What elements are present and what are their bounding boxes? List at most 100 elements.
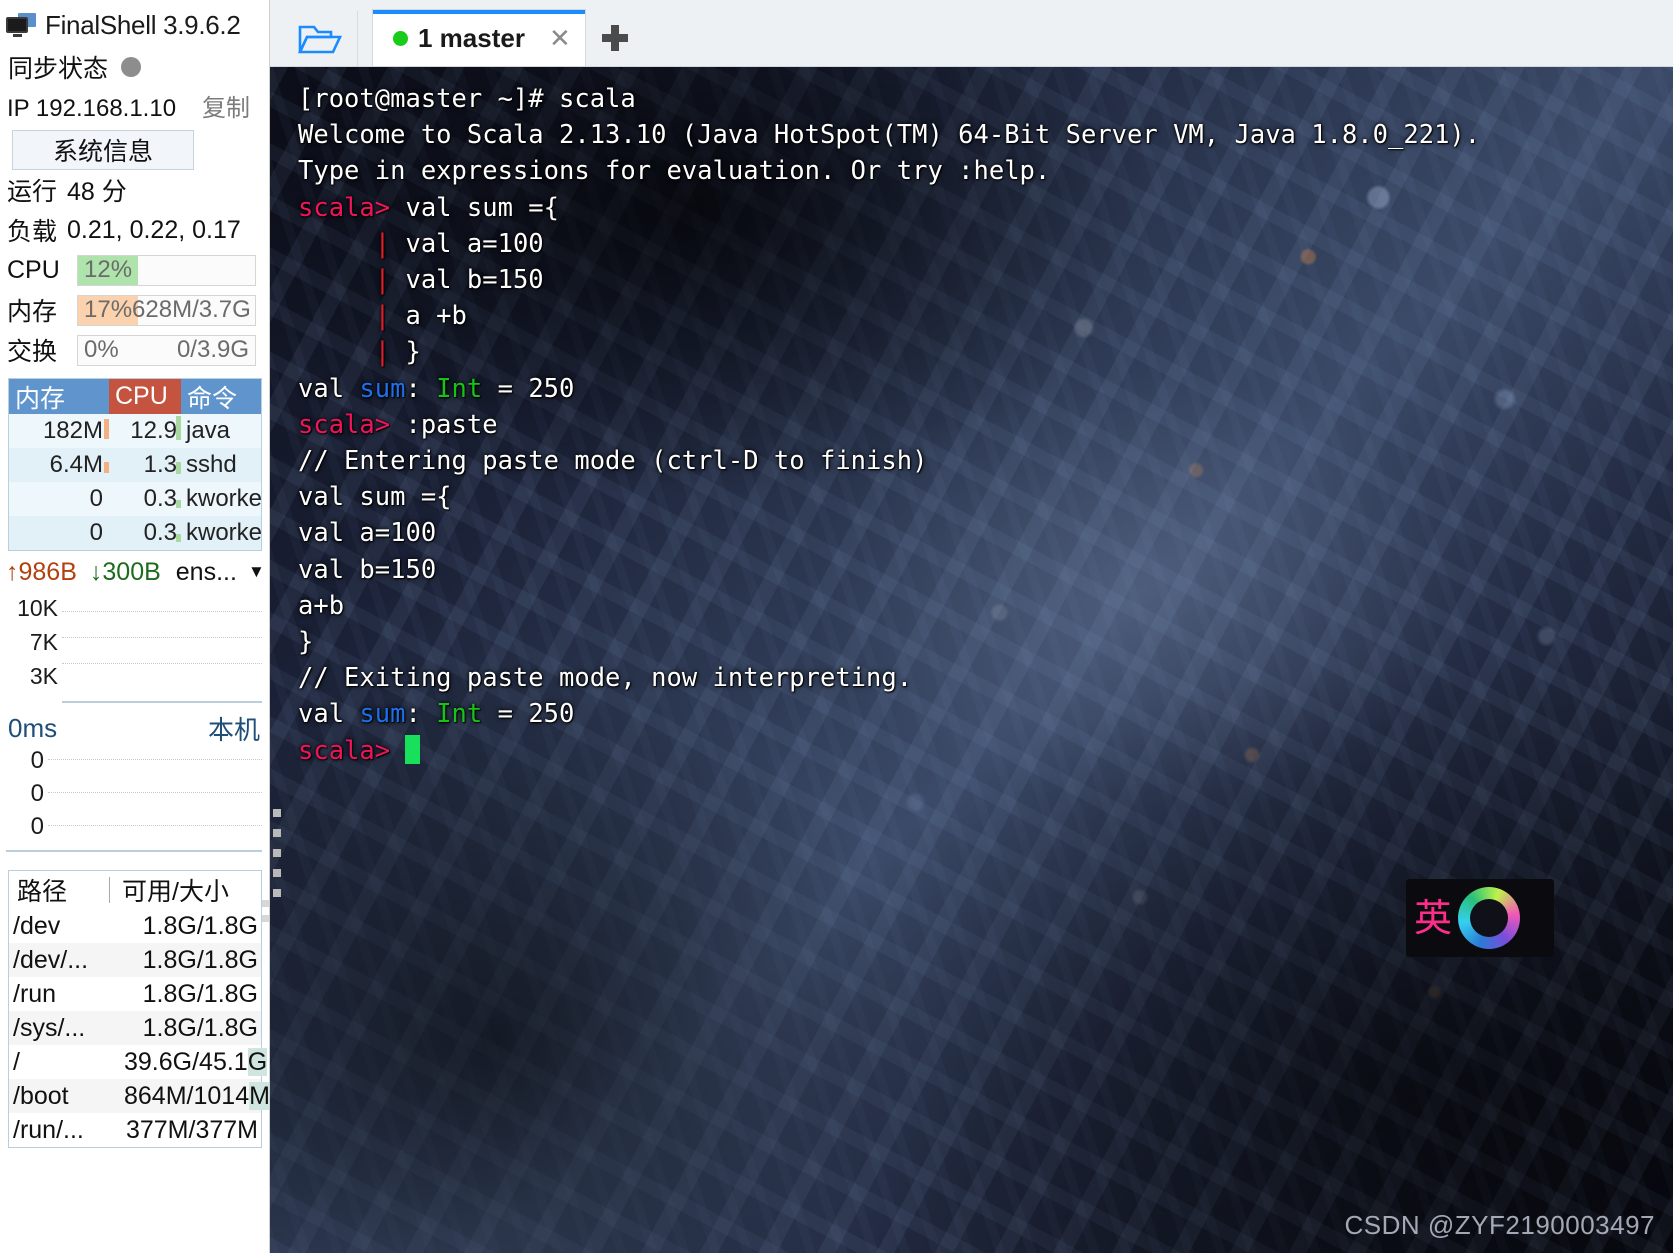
terminal-line: val b=150 [298, 554, 437, 585]
network-y-label-2: 3K [29, 663, 58, 689]
tab-bar: 1 master ✕ [270, 0, 1673, 67]
col-header-size[interactable]: 可用/大小 [110, 872, 261, 908]
gridline [48, 825, 262, 826]
close-icon[interactable]: ✕ [549, 23, 571, 54]
gridline [48, 792, 262, 793]
swap-label: 交换 [7, 338, 58, 366]
network-interface-label[interactable]: ens... [176, 558, 237, 587]
terminal-pane[interactable]: [root@master ~]# scala Welcome to Scala 2… [270, 67, 1673, 1253]
color-ring-icon [1458, 887, 1521, 949]
download-value: 300B [102, 557, 161, 586]
terminal-line: [root@master ~]# scala [298, 84, 636, 114]
finalshell-window: FinalShell 3.9.6.2 同步状态 IP 192.168.1.10 … [0, 0, 1673, 1253]
memory-label: 内存 [7, 298, 58, 326]
terminal-line: scala> :paste [298, 409, 498, 440]
plus-icon [601, 25, 628, 51]
arrow-down-icon: ↓ [89, 557, 103, 586]
disk-path: /dev/... [13, 945, 89, 974]
arrow-up-icon: ↑ [6, 557, 19, 586]
disk-row[interactable]: /dev 1.8G/1.8G [9, 909, 261, 943]
terminal-line: val sum: Int = 250 [298, 699, 575, 730]
memory-percent: 17% [84, 296, 133, 323]
connected-dot-icon [393, 31, 408, 46]
terminal-line: Type in expressions for evaluation. Or t… [298, 156, 1051, 187]
process-row[interactable]: 182M 12.9 java [9, 414, 261, 448]
disk-table[interactable]: 路径 可用/大小 /dev 1.8G/1.8G/dev/... 1.8G/1.8G /… [8, 870, 270, 1148]
app-title: FinalShell 3.9.6.2 [45, 9, 241, 40]
swap-percent: 0% [84, 336, 119, 363]
tab-label: 1 master [418, 23, 525, 53]
col-header-cpu[interactable]: CPU [109, 379, 181, 414]
status-dot-idle-icon [121, 57, 142, 77]
scroll-notch[interactable] [262, 900, 269, 907]
terminal-line: | } [298, 337, 421, 368]
new-tab-button[interactable] [586, 9, 644, 67]
uptime-label: 运行 [7, 178, 58, 206]
uptime-value: 48 分 [67, 178, 127, 206]
swap-meter: 0% 0/3.9G [77, 334, 256, 366]
process-memory: 6.4M [9, 451, 109, 479]
network-y-label-0: 10K [17, 595, 58, 621]
process-command: sshd [186, 451, 237, 478]
disk-path: /dev [13, 911, 61, 940]
process-row[interactable]: 6.4M 1.3 sshd [9, 448, 261, 482]
terminal-line: a+b [298, 590, 345, 621]
disk-size: 1.8G/1.8G [142, 979, 258, 1008]
col-header-path[interactable]: 路径 [9, 872, 109, 908]
disk-path: / [13, 1047, 20, 1076]
ping-y-label-0: 0 [30, 747, 44, 774]
open-folder-icon[interactable] [282, 11, 358, 67]
load-value: 0.21, 0.22, 0.17 [67, 215, 241, 244]
disk-row[interactable]: /run/... 377M/377M [9, 1113, 261, 1147]
copy-ip-button[interactable]: 复制 [202, 88, 250, 123]
process-cpu: 0.3 [109, 519, 181, 547]
disk-size: 1.8G/1.8G [142, 945, 258, 974]
ping-latency: 0ms [8, 712, 58, 743]
monitor-icon [6, 13, 36, 37]
col-header-memory[interactable]: 内存 [9, 379, 109, 414]
chevron-down-icon[interactable]: ▼ [248, 562, 265, 582]
ping-y-label-1: 0 [30, 780, 44, 807]
disk-row[interactable]: /dev/... 1.8G/1.8G [9, 943, 261, 977]
terminal-line: | val b=150 [298, 265, 544, 296]
terminal-line: val sum: Int = 250 [298, 373, 575, 404]
terminal-line: } [298, 627, 314, 658]
network-y-label-1: 7K [29, 629, 58, 655]
disk-row[interactable]: / 39.6G/45.1G [9, 1045, 268, 1079]
col-header-command[interactable]: 命令 [181, 379, 261, 414]
sync-status-label: 同步状态 [8, 55, 109, 83]
process-row[interactable]: 00.3kworker, [9, 482, 261, 516]
cpu-label: CPU [7, 255, 60, 284]
sync-status-row: 同步状态 [0, 42, 270, 86]
ime-mode-char: 英 [1414, 896, 1453, 940]
terminal-line: // Exiting paste mode, now interpreting. [298, 663, 913, 694]
disk-path: /run [13, 979, 57, 1008]
ip-row: IP 192.168.1.10 复制 [0, 86, 270, 128]
ping-chart-plot [48, 747, 262, 850]
cpu-meter: 12% [77, 254, 256, 286]
process-command: java [186, 417, 231, 444]
disk-row[interactable]: /sys/... 1.8G/1.8G [9, 1011, 261, 1045]
memory-meter-row: 内存 17% 628M/3.7G [0, 290, 270, 330]
disk-size: 1.8G/1.8G [142, 911, 258, 940]
terminal-output[interactable]: [root@master ~]# scala Welcome to Scala 2… [270, 67, 1673, 769]
cpu-meter-row: CPU 12% [0, 250, 270, 290]
disk-row[interactable]: /boot 864M/1014M [9, 1079, 270, 1113]
upload-value: 986B [18, 557, 77, 586]
process-row[interactable]: 00.3kworker, [9, 516, 261, 550]
ping-target[interactable]: 本机 [208, 710, 260, 747]
disk-table-header: 路径 可用/大小 [9, 871, 261, 909]
terminal-tab-master[interactable]: 1 master ✕ [372, 9, 586, 67]
scroll-notch[interactable] [262, 915, 269, 922]
ime-indicator-widget[interactable]: 英 [1406, 879, 1554, 957]
main-area: 1 master ✕ [root@master ~]# scala Welcome… [270, 0, 1673, 1253]
open-folder-glyph [297, 25, 342, 54]
uptime-row: 运行 48 分 [0, 170, 270, 210]
process-table[interactable]: 内存 CPU 命令 182M 12.9 java 6.4M 1.3 sshd 0 0.3 kwo… [8, 378, 262, 551]
network-header: ↑ 986B ↓ 300B ens... ▼ [0, 551, 270, 593]
swap-detail: 0/3.9G [176, 336, 249, 363]
memory-meter: 17% 628M/3.7G [77, 294, 256, 326]
disk-row[interactable]: /run 1.8G/1.8G [9, 977, 261, 1011]
process-cpu: 1.3 [109, 451, 181, 479]
system-info-button[interactable]: 系统信息 [12, 130, 194, 170]
